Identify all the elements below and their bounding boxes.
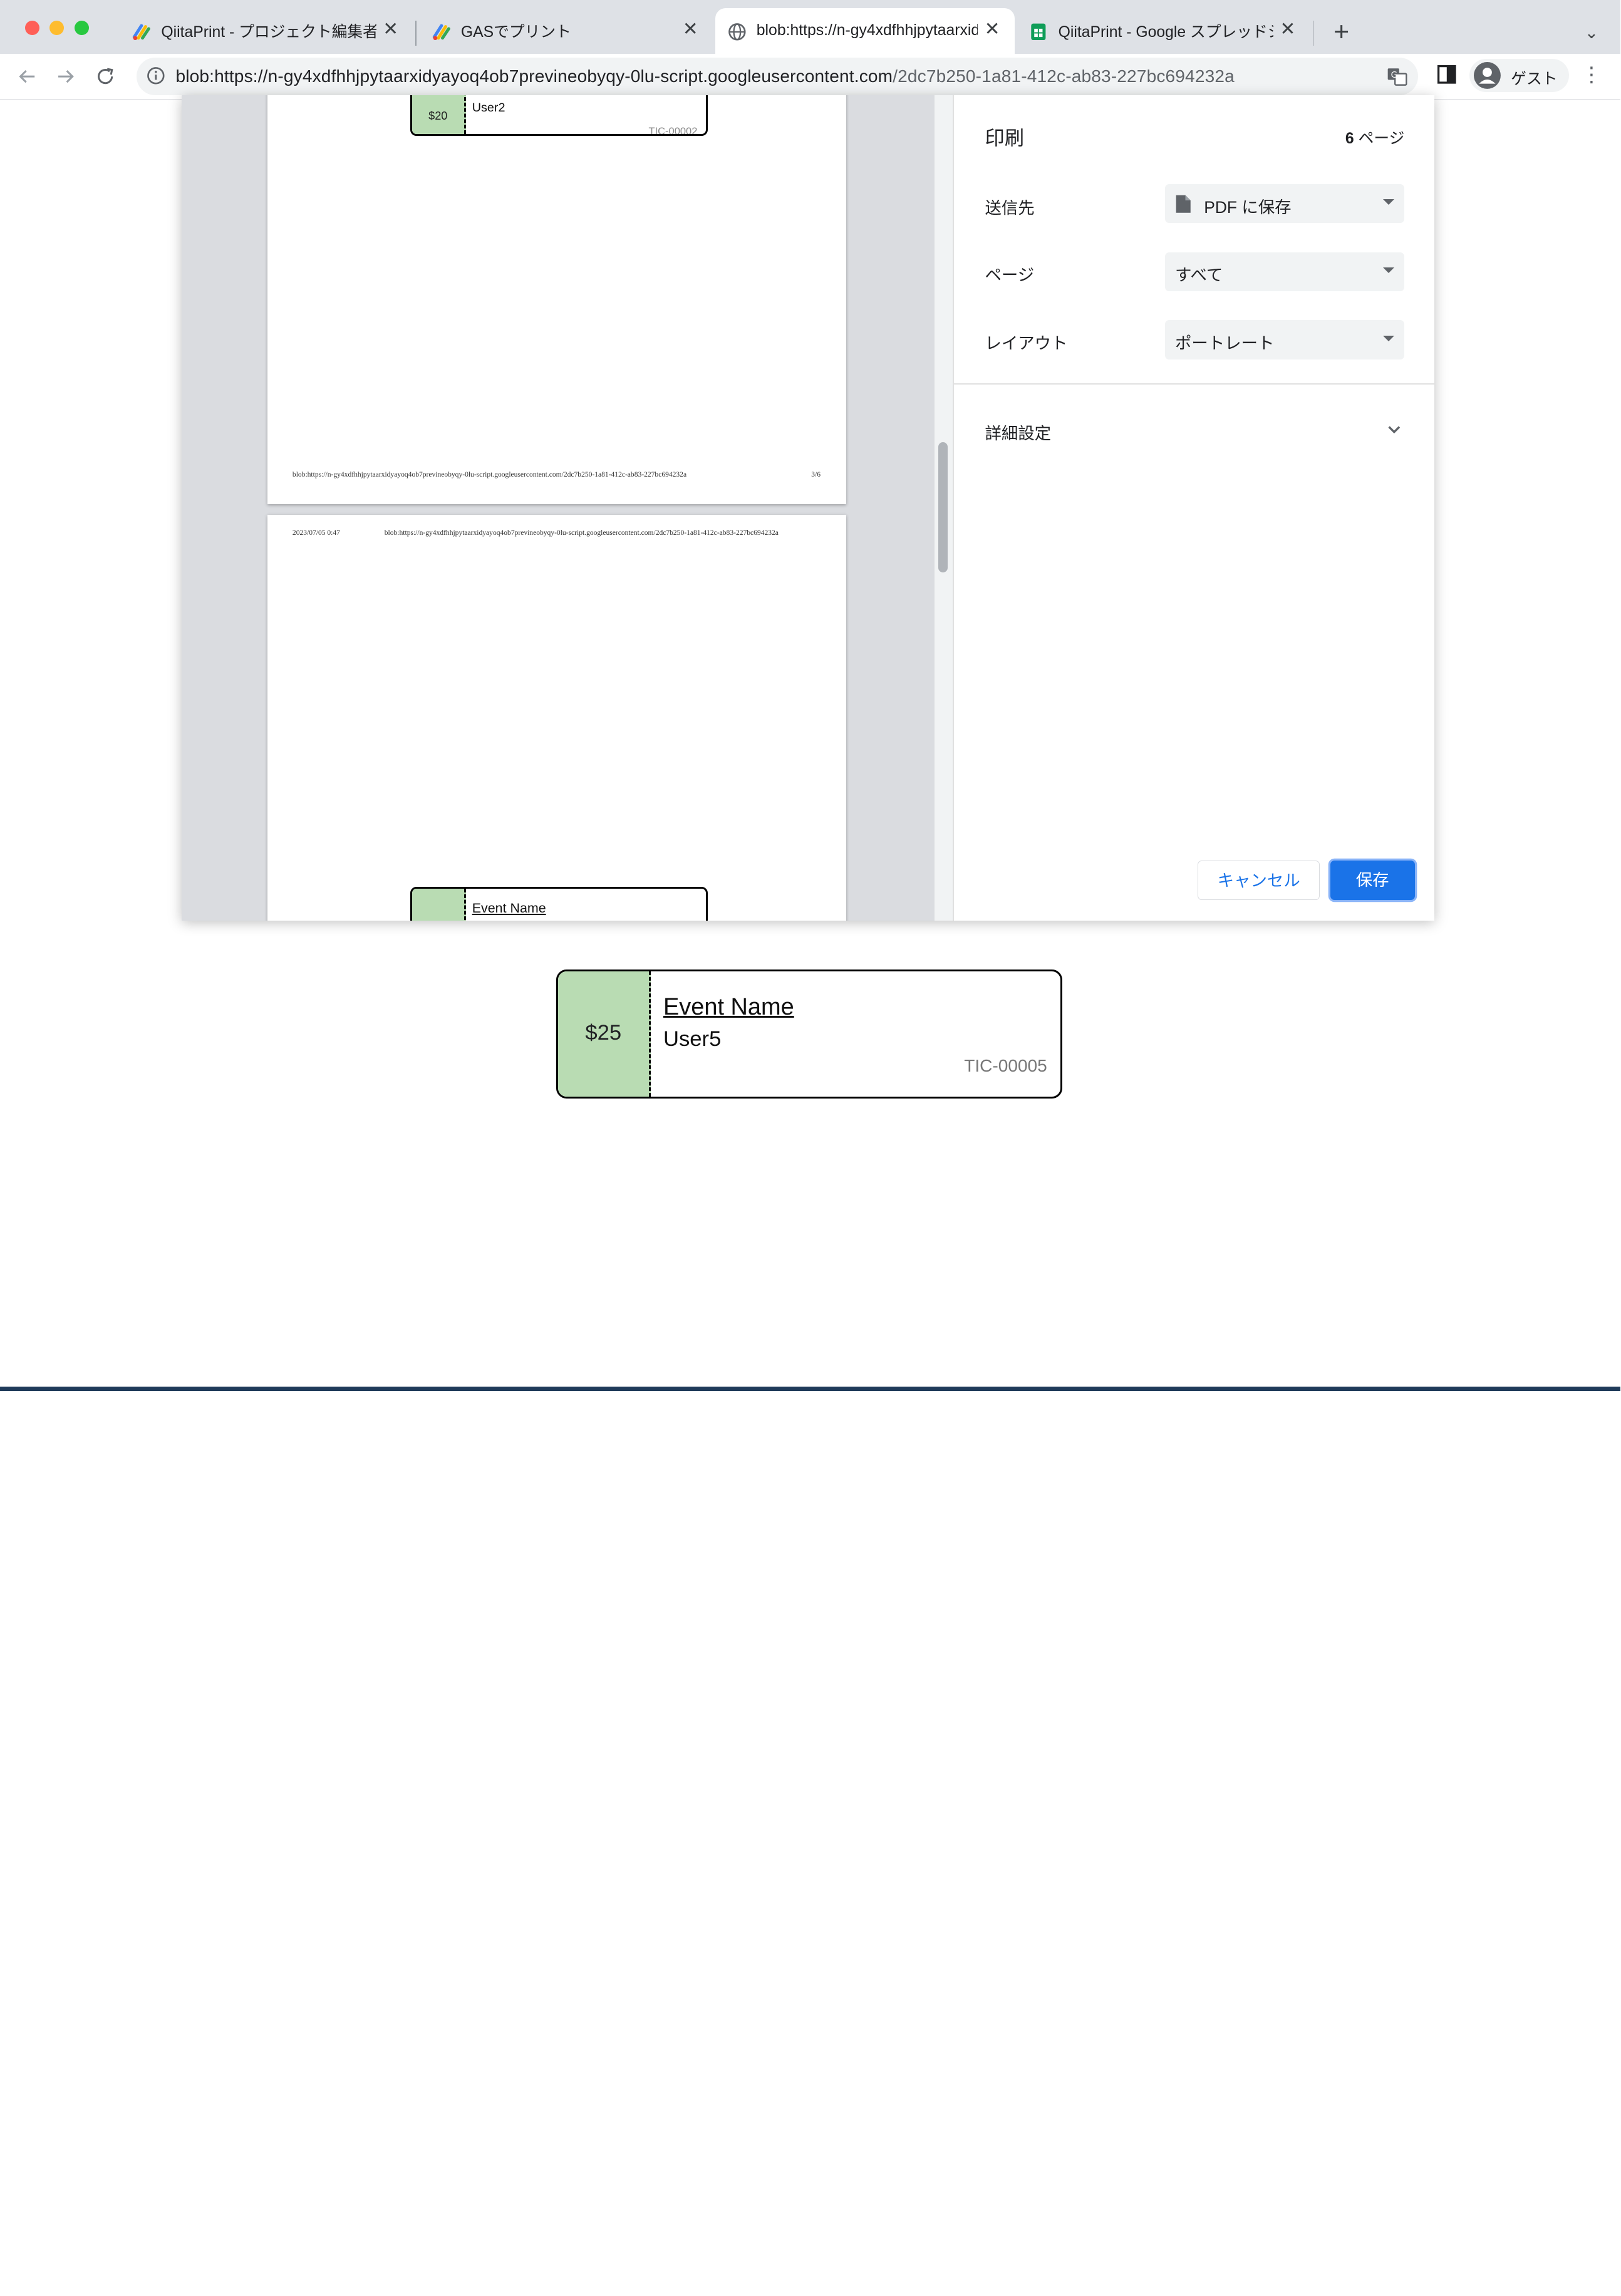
url-host: blob:https://n-gy4xdfhhjpytaarxidyayoq4o… [175,66,893,86]
preview-ticket: $20 User2 TIC-00002 [410,95,708,137]
tab-title: blob:https://n-gy4xdfhhjpytaarxidyayoq4o… [756,22,978,39]
advanced-settings-toggle[interactable]: 詳細設定 [985,420,1051,444]
print-preview[interactable]: $20 User2 TIC-00002 blob:https://n-gy4xd… [182,95,935,921]
print-settings: 印刷 6 ページ 送信先 PDF に保存 ページ すべて レイアウト ポートレー… [953,95,1435,921]
reload-icon [98,68,113,85]
ticket-user: User2 [472,101,505,115]
url-path: /2dc7b250-1a81-412c-ab83-227bc694232a [893,66,1235,86]
new-tab-button[interactable]: + [1327,18,1356,48]
chevron-down-icon[interactable]: ⌄ [1579,21,1604,46]
ticket-event-name: Event Name [663,993,794,1020]
side-panel-icon[interactable] [1434,62,1459,87]
settings-divider [953,383,1435,385]
chevron-down-icon[interactable] [1385,420,1404,438]
pages-value: すべて [1175,266,1223,285]
page-count-number: 6 [1345,130,1354,148]
save-button[interactable]: 保存 [1330,861,1415,901]
browser-toolbar: blob:https://n-gy4xdfhhjpytaarxidyayoq4o… [0,53,1621,100]
sheets-icon [1031,23,1046,41]
arrow-left-icon [19,70,34,83]
pages-label: ページ [985,266,1035,285]
close-icon[interactable]: ✕ [1277,19,1298,39]
ticket-id: TIC-00005 [964,1055,1047,1075]
ticket-user: User5 [663,1026,722,1051]
preview-scrollbar[interactable] [934,95,953,921]
ticket-stub [412,888,466,921]
avatar-icon [1473,61,1501,89]
page-number: 3/6 [811,471,821,479]
back-button[interactable] [13,62,41,91]
arrow-right-icon [58,70,75,83]
tab-separator [1312,21,1314,46]
destination-label: 送信先 [985,199,1035,218]
window-close-button[interactable] [24,21,39,36]
forward-button[interactable] [52,62,81,91]
globe-icon [728,23,746,41]
destination-value: PDF に保存 [1204,197,1292,217]
page-count-unit: ページ [1358,130,1405,148]
tab-gas-print[interactable]: GASでプリント ✕ [420,8,713,54]
window-bottom-edge [0,1387,1621,1391]
address-bar[interactable]: blob:https://n-gy4xdfhhjpytaarxidyayoq4o… [136,58,1418,95]
tab-qiitaprint-editor[interactable]: QiitaPrint - プロジェクト編集者 - Apps Script ✕ [120,8,413,54]
profile-name: ゲスト [1511,70,1558,88]
apps-script-icon [133,24,151,41]
translate-icon[interactable]: G [1387,66,1407,87]
ticket-event-name: Event Name [472,901,546,916]
close-icon[interactable]: ✕ [680,19,701,39]
profile-button[interactable]: ゲスト [1469,59,1569,92]
caret-down-icon [1382,267,1394,274]
tab-separator [415,21,417,46]
page-footer-url: blob:https://n-gy4xdfhhjpytaarxidyayoq4o… [292,471,687,479]
document-icon [1176,195,1191,213]
pages-select[interactable]: すべて [1164,252,1405,292]
cancel-button[interactable]: キャンセル [1198,861,1320,901]
destination-select[interactable]: PDF に保存 [1164,184,1405,224]
layout-select[interactable]: ポートレート [1164,320,1405,360]
url-text: blob:https://n-gy4xdfhhjpytaarxidyayoq4o… [175,66,1234,86]
tab-title: QiitaPrint - プロジェクト編集者 - Apps Script [161,24,376,41]
svg-text:G: G [1391,71,1397,80]
scrollbar-thumb[interactable] [938,442,948,573]
ticket-price: $25 [585,1020,622,1045]
tab-title: QiitaPrint - Google スプレッドシート [1058,24,1273,41]
caret-down-icon [1382,199,1394,206]
layout-value: ポートレート [1175,334,1275,353]
page-header-url: blob:https://n-gy4xdfhhjpytaarxidyayoq4o… [384,529,779,537]
preview-ticket: Event Name [410,886,708,921]
close-icon[interactable]: ✕ [380,19,401,39]
apps-script-icon [432,24,450,41]
ticket-id: TIC-00002 [648,126,698,137]
tab-qiitaprint-sheets[interactable]: QiitaPrint - Google スプレッドシート ✕ [1017,8,1311,54]
tab-bar: QiitaPrint - プロジェクト編集者 - Apps Script ✕ G… [0,0,1621,54]
tab-title: GASでプリント [460,24,571,41]
window-zoom-button[interactable] [74,21,89,36]
more-menu-icon[interactable]: ⋮ [1579,62,1604,87]
tab-blob-active[interactable]: blob:https://n-gy4xdfhhjpytaarxidyayoq4o… [715,8,1015,54]
close-icon[interactable]: ✕ [982,19,1003,39]
preview-page: 2023/07/05 0:47 blob:https://n-gy4xdfhhj… [267,514,847,921]
info-icon[interactable] [147,66,165,85]
reload-button[interactable] [91,62,120,91]
ticket-price: $20 [428,109,448,122]
caret-down-icon [1382,336,1394,343]
page-count: 6 ページ [1345,126,1404,148]
window-minimize-button[interactable] [49,21,65,36]
layout-label: レイアウト [985,334,1068,353]
dialog-title: 印刷 [985,127,1025,150]
print-dialog: $20 User2 TIC-00002 blob:https://n-gy4xd… [182,95,1435,921]
ticket-card: $25 Event Name User5 TIC-00005 [556,969,1063,1099]
page-header-date: 2023/07/05 0:47 [292,529,340,537]
preview-page: $20 User2 TIC-00002 blob:https://n-gy4xd… [267,95,847,505]
